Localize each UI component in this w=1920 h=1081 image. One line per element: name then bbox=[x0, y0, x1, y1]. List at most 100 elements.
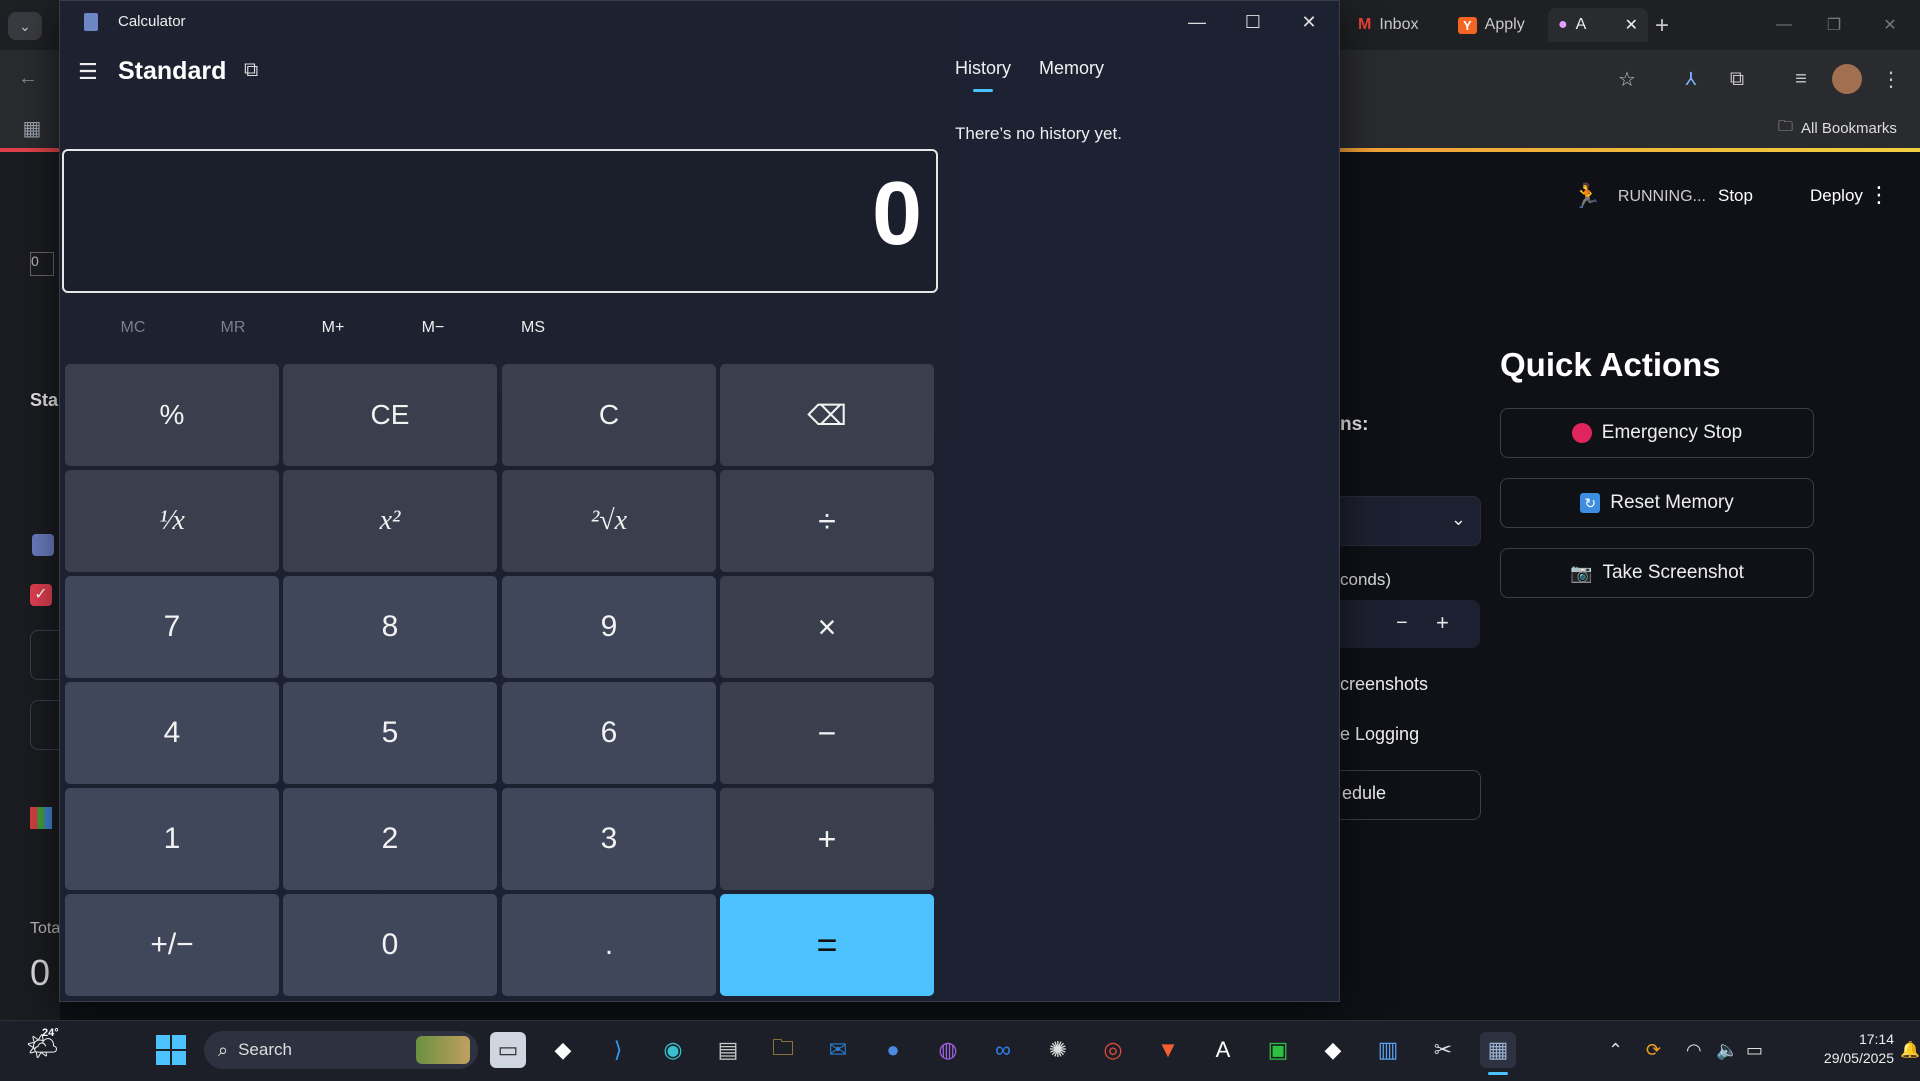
square-key[interactable]: x² bbox=[283, 470, 497, 572]
apps-grid-icon[interactable]: ▦ bbox=[18, 114, 46, 142]
keep-on-top-icon[interactable]: ⧉ bbox=[244, 59, 258, 82]
notepad-icon[interactable]: ▥ bbox=[1370, 1032, 1406, 1068]
brave-icon[interactable]: ▼ bbox=[1150, 1032, 1186, 1068]
clock[interactable]: 17:14 29/05/2025 bbox=[1784, 1030, 1894, 1068]
sync-icon[interactable]: ⟳ bbox=[1646, 1040, 1661, 1061]
digit-8-key[interactable]: 8 bbox=[283, 576, 497, 678]
tab-history[interactable]: History bbox=[955, 58, 1011, 79]
equals-key[interactable]: = bbox=[720, 894, 934, 996]
increment-button[interactable]: + bbox=[1436, 610, 1449, 636]
digit-5-key[interactable]: 5 bbox=[283, 682, 497, 784]
search-box[interactable]: ⌕ Search bbox=[204, 1031, 478, 1069]
extension-a-icon[interactable]: ⅄ bbox=[1676, 64, 1706, 94]
schedule-button-fragment[interactable]: edule bbox=[1340, 770, 1481, 820]
digit-1-key[interactable]: 1 bbox=[65, 788, 279, 890]
back-icon[interactable]: ← bbox=[14, 64, 42, 92]
clear-key[interactable]: C bbox=[502, 364, 716, 466]
puzzle-icon[interactable]: ⧉ bbox=[1722, 64, 1752, 94]
reciprocal-key[interactable]: ¹⁄x bbox=[65, 470, 279, 572]
digit-0-key[interactable]: 0 bbox=[283, 894, 497, 996]
memory-subtract-button[interactable]: M− bbox=[393, 319, 473, 337]
tab-inbox[interactable]: M Inbox bbox=[1348, 8, 1428, 42]
snipping-tool-icon[interactable]: ✂ bbox=[1425, 1032, 1461, 1068]
avatar[interactable] bbox=[1832, 64, 1862, 94]
edge-icon[interactable]: ◉ bbox=[655, 1032, 691, 1068]
new-tab-icon[interactable]: + bbox=[1648, 12, 1676, 40]
outlook-icon[interactable]: ✉ bbox=[820, 1032, 856, 1068]
take-screenshot-button[interactable]: 📷 Take Screenshot bbox=[1500, 548, 1814, 598]
volume-icon[interactable]: 🔈 bbox=[1716, 1040, 1738, 1061]
checkbox-icon[interactable]: ✓ bbox=[30, 584, 52, 606]
tab-search-chevron-icon[interactable]: ⌄ bbox=[8, 12, 42, 40]
media-icon[interactable]: ≡ bbox=[1786, 64, 1816, 94]
weather-widget[interactable]: 🌤 24° bbox=[26, 1027, 60, 1065]
meta-icon[interactable]: ∞ bbox=[985, 1032, 1021, 1068]
minimize-button[interactable]: — bbox=[1169, 1, 1225, 43]
reset-memory-button[interactable]: ↻ Reset Memory bbox=[1500, 478, 1814, 528]
multiply-key[interactable]: × bbox=[720, 576, 934, 678]
star-icon[interactable]: ☆ bbox=[1612, 64, 1642, 94]
tab-apply[interactable]: Y Apply bbox=[1448, 8, 1535, 42]
app-blue-circle-icon[interactable]: ● bbox=[875, 1032, 911, 1068]
divide-key[interactable]: ÷ bbox=[720, 470, 934, 572]
memory-clear-button[interactable]: MC bbox=[93, 319, 173, 337]
close-tab-icon[interactable]: ✕ bbox=[1625, 15, 1638, 35]
app-a-icon[interactable]: A bbox=[1205, 1032, 1241, 1068]
maximize-button[interactable]: ☐ bbox=[1225, 1, 1281, 43]
add-key[interactable]: + bbox=[720, 788, 934, 890]
negate-key[interactable]: +/− bbox=[65, 894, 279, 996]
file-explorer-icon[interactable]: 🗀 bbox=[765, 1032, 801, 1068]
chatgpt-icon[interactable]: ✺ bbox=[1040, 1032, 1076, 1068]
terminal-icon[interactable]: ▤ bbox=[710, 1032, 746, 1068]
percent-key[interactable]: % bbox=[65, 364, 279, 466]
digit-2-key[interactable]: 2 bbox=[283, 788, 497, 890]
app-dark-cube-icon[interactable]: ◆ bbox=[545, 1032, 581, 1068]
close-icon[interactable]: ✕ bbox=[1872, 10, 1908, 40]
memory-recall-button[interactable]: MR bbox=[193, 319, 273, 337]
input-fragment[interactable] bbox=[30, 700, 61, 750]
clear-entry-key[interactable]: CE bbox=[283, 364, 497, 466]
emergency-stop-button[interactable]: Emergency Stop bbox=[1500, 408, 1814, 458]
digit-7-key[interactable]: 7 bbox=[65, 576, 279, 678]
app-dark-cube-2-icon[interactable]: ◆ bbox=[1315, 1032, 1351, 1068]
hamburger-menu-icon[interactable]: ☰ bbox=[78, 59, 98, 85]
decimal-key[interactable]: . bbox=[502, 894, 716, 996]
app-menu-icon[interactable]: ⋮ bbox=[1868, 182, 1890, 208]
task-view-icon[interactable]: ▭ bbox=[490, 1032, 526, 1068]
digit-9-key[interactable]: 9 bbox=[502, 576, 716, 678]
memory-store-button[interactable]: MS bbox=[493, 319, 573, 337]
wifi-icon[interactable]: ◠ bbox=[1686, 1040, 1702, 1061]
square-root-key[interactable]: ²√x bbox=[502, 470, 716, 572]
all-bookmarks[interactable]: 🗀 All Bookmarks bbox=[1778, 116, 1897, 141]
close-button[interactable]: ✕ bbox=[1281, 1, 1337, 43]
more-menu-icon[interactable]: ⋮ bbox=[1876, 64, 1906, 94]
all-bookmarks-label: All Bookmarks bbox=[1801, 120, 1897, 137]
battery-icon[interactable]: ▭ bbox=[1746, 1040, 1763, 1061]
select-fragment[interactable]: ⌄ bbox=[1340, 496, 1481, 546]
memory-add-button[interactable]: M+ bbox=[293, 319, 373, 337]
minimize-icon[interactable]: — bbox=[1766, 10, 1802, 40]
subtract-key[interactable]: − bbox=[720, 682, 934, 784]
number-input-fragment[interactable]: − + bbox=[1340, 600, 1480, 648]
stop-button[interactable]: Stop bbox=[1718, 186, 1753, 206]
digit-4-key[interactable]: 4 bbox=[65, 682, 279, 784]
tab-active[interactable]: ● A ✕ bbox=[1548, 8, 1648, 42]
backspace-key[interactable]: ⌫ bbox=[720, 364, 934, 466]
digit-6-key[interactable]: 6 bbox=[502, 682, 716, 784]
chevron-up-icon[interactable]: ⌃ bbox=[1608, 1040, 1623, 1061]
tab-label: Apply bbox=[1484, 16, 1525, 33]
tab-memory[interactable]: Memory bbox=[1039, 58, 1104, 79]
windows-start-icon[interactable] bbox=[156, 1035, 186, 1065]
github-icon[interactable]: ◍ bbox=[930, 1032, 966, 1068]
deploy-button[interactable]: Deploy bbox=[1810, 186, 1863, 206]
calculator-taskbar-icon[interactable]: ▦ bbox=[1480, 1032, 1516, 1068]
calculator-titlebar[interactable]: Calculator — ☐ ✕ bbox=[60, 1, 1339, 43]
notification-bell-icon[interactable]: 🔔 bbox=[1900, 1040, 1920, 1060]
decrement-button[interactable]: − bbox=[1396, 612, 1408, 635]
restore-icon[interactable]: ❐ bbox=[1816, 10, 1852, 40]
vscode-icon[interactable]: ⟩ bbox=[600, 1032, 636, 1068]
chrome-icon[interactable]: ◎ bbox=[1095, 1032, 1131, 1068]
app-green-icon[interactable]: ▣ bbox=[1260, 1032, 1296, 1068]
input-fragment[interactable] bbox=[30, 630, 61, 680]
digit-3-key[interactable]: 3 bbox=[502, 788, 716, 890]
